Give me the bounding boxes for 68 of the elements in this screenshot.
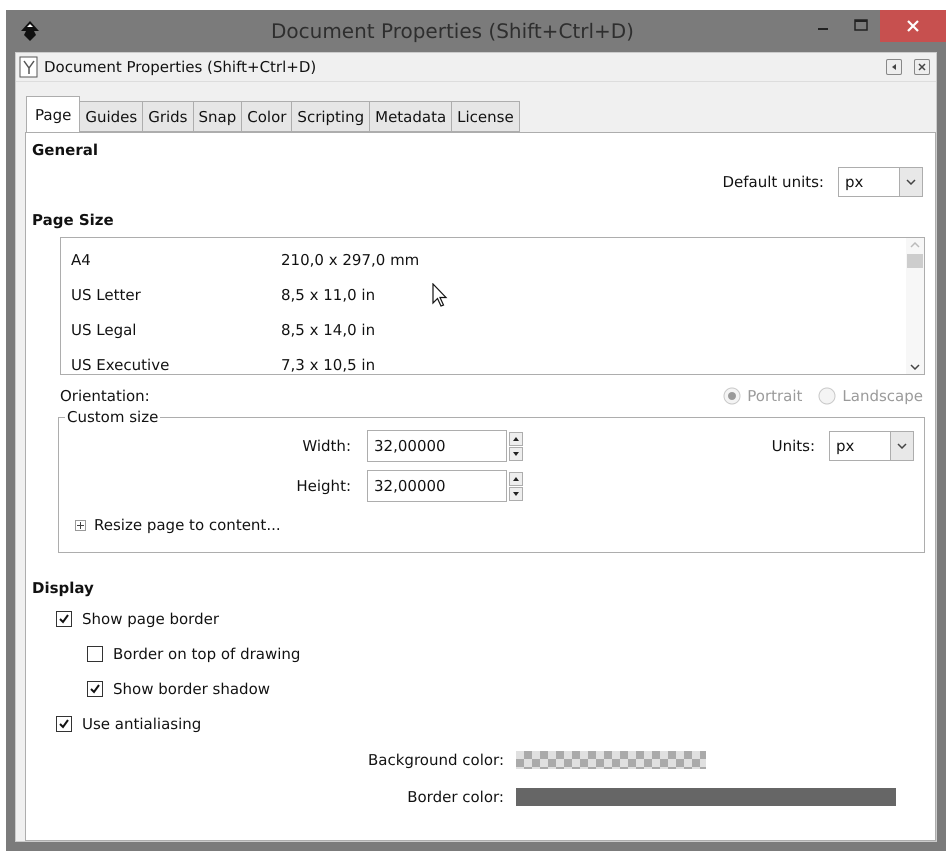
- close-button[interactable]: [880, 10, 946, 42]
- radio-icon: [723, 387, 742, 405]
- list-item-size: 8,5 x 11,0 in: [281, 286, 376, 304]
- checkbox[interactable]: Border on top of drawing: [87, 636, 300, 671]
- checkbox[interactable]: Use antialiasing: [56, 706, 202, 741]
- scrollbar[interactable]: [906, 238, 924, 374]
- tab[interactable]: Color: [242, 101, 292, 132]
- tab[interactable]: Metadata: [370, 101, 452, 132]
- plus-icon: [75, 520, 86, 530]
- height-field[interactable]: 32,00000: [367, 470, 507, 502]
- list-item[interactable]: A4: [71, 250, 281, 268]
- maximize-icon: [854, 19, 868, 31]
- color-swatch[interactable]: [516, 788, 896, 806]
- field-label: Units:: [772, 437, 815, 455]
- field-label: Width:: [301, 437, 352, 455]
- radio-icon: [818, 387, 836, 405]
- triangle-left-icon: [890, 63, 898, 71]
- triangle-down-icon: [513, 492, 519, 496]
- units-dropdown[interactable]: px: [838, 167, 923, 197]
- checkbox[interactable]: Show border shadow: [87, 671, 270, 706]
- minimize-icon: [818, 28, 828, 30]
- chevron-up-icon: [910, 242, 920, 248]
- field-label: Height:: [295, 477, 352, 495]
- window-title: Document Properties (Shift+Ctrl+D): [270, 19, 635, 43]
- list-item-size: 7,3 x 10,5 in: [281, 356, 376, 374]
- width-field[interactable]: 32,00000: [367, 430, 507, 462]
- field-label: Orientation:: [60, 387, 151, 405]
- color-swatch[interactable]: [516, 750, 706, 768]
- app-logo-icon: [19, 20, 41, 42]
- scrollbar-thumb[interactable]: [907, 254, 923, 268]
- expander[interactable]: Resize page to content...: [69, 516, 281, 534]
- tab[interactable]: Guides: [80, 101, 144, 132]
- close-button[interactable]: [914, 59, 930, 75]
- collapse-button[interactable]: [886, 59, 902, 75]
- chevron-down-icon: [910, 364, 920, 370]
- triangle-up-icon: [513, 476, 519, 480]
- check-icon: [89, 682, 101, 694]
- section-heading: General: [32, 141, 99, 159]
- list-item-size: 8,5 x 14,0 in: [281, 320, 376, 338]
- check-icon: [58, 612, 70, 624]
- triangle-down-icon: [513, 452, 519, 456]
- panel-title: Document Properties (Shift+Ctrl+D): [44, 58, 318, 76]
- field-label: Default units:: [722, 173, 824, 191]
- list-item[interactable]: US Executive: [71, 356, 281, 374]
- triangle-up-icon: [513, 436, 519, 440]
- tab[interactable]: Grids: [143, 101, 194, 132]
- list-item[interactable]: US Letter: [71, 286, 281, 304]
- chevron-down-icon: [906, 179, 916, 185]
- tab[interactable]: Scripting: [292, 101, 370, 132]
- check-icon: [58, 718, 70, 730]
- close-icon: [918, 63, 926, 71]
- spin-buttons[interactable]: [509, 430, 523, 462]
- tab[interactable]: Page: [26, 96, 80, 132]
- close-icon: [906, 19, 920, 33]
- field-label: Border color:: [406, 788, 505, 806]
- mouse-pointer-icon: [432, 283, 448, 309]
- field-label: Background color:: [367, 750, 505, 768]
- units-dropdown[interactable]: px: [829, 431, 914, 461]
- section-heading: Display: [32, 579, 95, 597]
- tab[interactable]: Snap: [194, 101, 242, 132]
- checkbox[interactable]: Show page border: [56, 601, 219, 636]
- document-icon: [18, 56, 40, 78]
- spin-buttons[interactable]: [509, 470, 523, 502]
- chevron-down-icon: [897, 443, 907, 449]
- section-heading: Page Size: [32, 211, 115, 229]
- list-item[interactable]: US Legal: [71, 320, 281, 338]
- list-item-size: 210,0 x 297,0 mm: [281, 250, 420, 268]
- tab[interactable]: License: [452, 101, 520, 132]
